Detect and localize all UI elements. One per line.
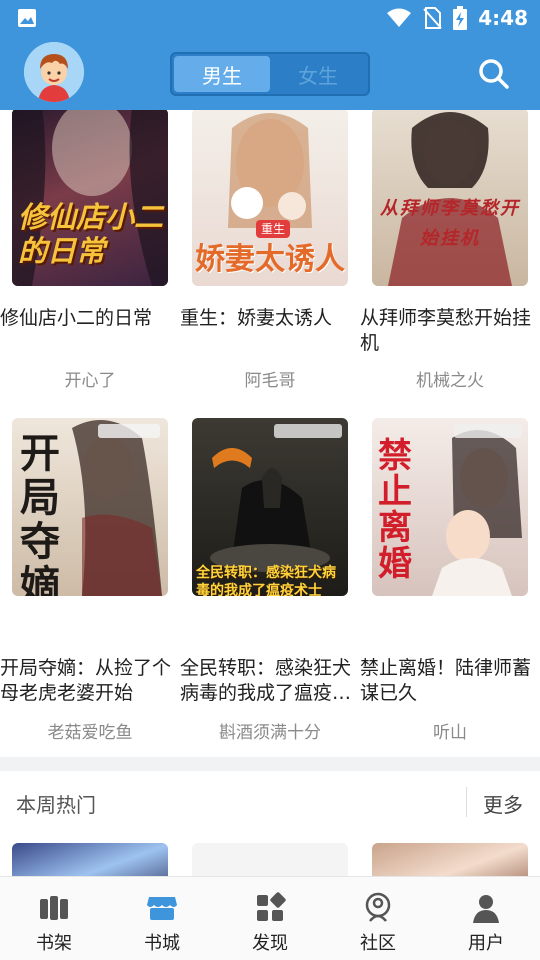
nav-user[interactable]: 用户	[432, 877, 540, 960]
nav-label: 发现	[252, 933, 288, 954]
cover-title: 修仙店小二的日常	[18, 200, 164, 268]
book-card[interactable]: 从拜师李莫愁开始挂机 从拜师李莫愁开始挂机 机械之火	[360, 110, 540, 400]
book-cover[interactable]	[192, 843, 348, 876]
book-title: 修仙店小二的日常	[0, 307, 153, 329]
gender-segmented-control: 男生 女生	[170, 52, 370, 96]
book-cover[interactable]: 开局夺嫡	[12, 418, 168, 596]
user-icon	[473, 895, 499, 923]
nav-label: 用户	[468, 933, 504, 954]
search-icon[interactable]	[476, 56, 512, 92]
book-cover[interactable]: 全民转职：感染狂犬病毒的我成了瘟疫术士	[192, 418, 348, 596]
weekly-hot-section-header: 本周热门 更多	[0, 771, 540, 833]
book-card[interactable]: 修仙店小二的日常 修仙店小二的日常 开心了	[0, 110, 180, 400]
section-title: 本周热门	[16, 793, 96, 817]
cover-title: 娇妻太诱人	[195, 242, 345, 277]
battery-charging-icon	[453, 6, 468, 30]
book-cover[interactable]: 禁止离婚	[372, 418, 528, 596]
book-author: 阿毛哥	[244, 371, 296, 391]
app-header: 男生 女生	[0, 36, 540, 110]
nav-bookshelf[interactable]: 书架	[0, 877, 108, 960]
more-button[interactable]: 更多	[483, 789, 523, 818]
cover-title: 开局夺嫡	[20, 431, 60, 596]
cover-title: 全民转职：感染狂犬病毒的我成了瘟疫术士	[196, 565, 336, 596]
nav-community[interactable]: 社区	[324, 877, 432, 960]
community-icon	[365, 892, 391, 922]
bookshelf-icon	[40, 896, 68, 920]
book-cover[interactable]: 重生 娇妻太诱人	[192, 110, 348, 286]
gallery-icon	[18, 9, 36, 27]
section-divider	[0, 757, 540, 771]
no-sim-icon	[423, 7, 442, 29]
tab-male[interactable]: 男生	[174, 56, 270, 92]
cartoon-boy-avatar-icon	[24, 42, 84, 102]
book-title: 开局夺嫡：从捡了个母老虎老婆开始	[0, 657, 172, 704]
book-title: 从拜师李莫愁开始挂机	[360, 307, 532, 354]
book-author: 斟酒须满十分	[219, 723, 321, 743]
cover-title: 从拜师李莫愁开始挂机	[380, 198, 520, 249]
discover-icon	[257, 892, 286, 921]
book-cover[interactable]: 从拜师李莫愁开始挂机	[372, 110, 528, 286]
book-cover[interactable]	[372, 843, 528, 876]
book-author: 开心了	[64, 371, 116, 391]
store-icon	[147, 897, 177, 920]
book-cover[interactable]	[12, 843, 168, 876]
tab-female[interactable]: 女生	[270, 56, 366, 92]
bottom-navigation: 书架 书城 发现 社区 用户	[0, 876, 540, 960]
book-card[interactable]: 重生 娇妻太诱人 重生：娇妻太诱人 阿毛哥	[180, 110, 360, 400]
cover-title: 禁止离婚	[378, 436, 412, 584]
nav-label: 社区	[360, 933, 396, 954]
book-title: 全民转职：感染狂犬病毒的我成了瘟疫…	[180, 657, 352, 704]
nav-label: 书城	[144, 933, 180, 954]
book-author: 老菇爱吃鱼	[47, 723, 133, 743]
book-card[interactable]: 开局夺嫡 开局夺嫡：从捡了个母老虎老婆开始 老菇爱吃鱼	[0, 416, 180, 746]
book-card[interactable]: 全民转职：感染狂犬病毒的我成了瘟疫术士 全民转职：感染狂犬病毒的我成了瘟疫… 斟…	[180, 416, 360, 746]
clock-time: 4:48	[478, 6, 528, 30]
book-store-content: 修仙店小二的日常 修仙店小二的日常 开心了 重生 娇妻太诱人 重生：娇妻太诱人 …	[0, 110, 540, 876]
nav-discover[interactable]: 发现	[216, 877, 324, 960]
section-separator	[466, 787, 467, 817]
status-bar: 4:48	[0, 0, 540, 36]
book-author: 机械之火	[416, 371, 484, 391]
nav-bookstore[interactable]: 书城	[108, 877, 216, 960]
nav-label: 书架	[36, 933, 72, 954]
book-title: 重生：娇妻太诱人	[180, 307, 333, 329]
avatar[interactable]	[24, 42, 84, 102]
book-author: 听山	[433, 723, 467, 743]
book-card[interactable]: 禁止离婚 禁止离婚！陆律师蓄谋已久 听山	[360, 416, 540, 746]
book-title: 禁止离婚！陆律师蓄谋已久	[360, 657, 532, 704]
book-cover[interactable]: 修仙店小二的日常	[12, 110, 168, 286]
wifi-icon	[387, 8, 412, 27]
